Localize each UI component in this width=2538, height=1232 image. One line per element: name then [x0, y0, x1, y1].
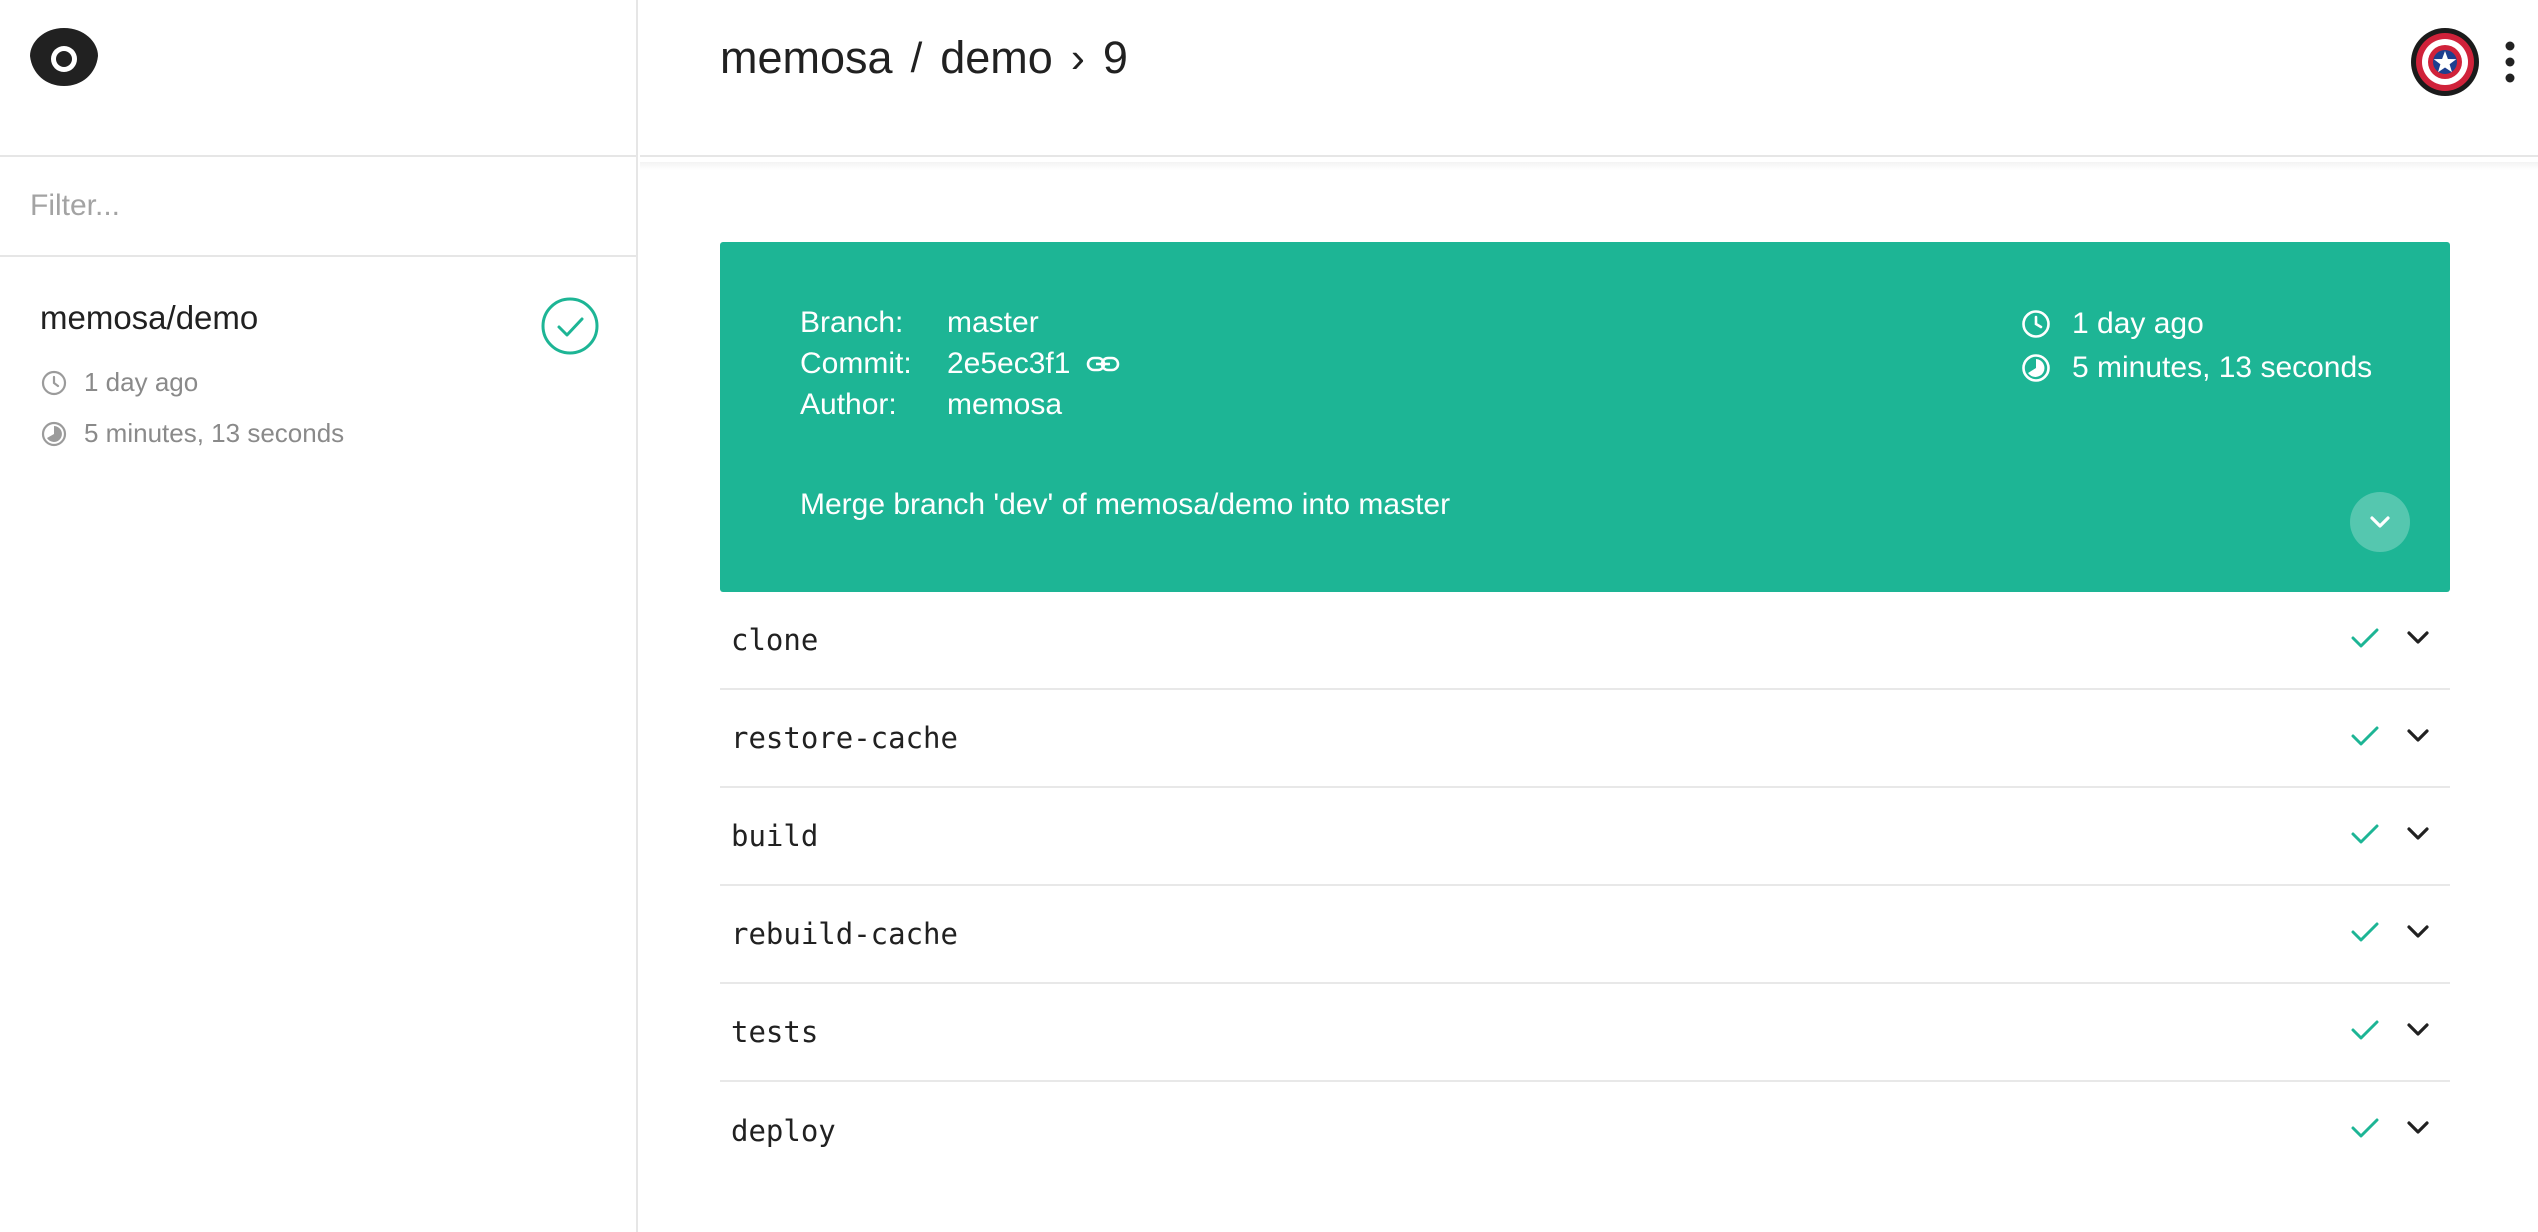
branch-label: Branch:: [800, 306, 904, 339]
repo-duration: 5 minutes, 13 seconds: [40, 418, 636, 449]
step-row[interactable]: restore-cache: [720, 690, 2450, 788]
step-name: tests: [731, 1015, 819, 1049]
chevron-down-icon[interactable]: [2406, 1022, 2430, 1038]
repo-list-item[interactable]: memosa/demo 1 day ago 5 minutes, 13 seco…: [0, 257, 636, 477]
expand-details-button[interactable]: [2350, 492, 2410, 552]
build-time-row: 1 day ago: [2020, 302, 2372, 346]
drone-logo-icon[interactable]: [28, 26, 100, 88]
chevron-down-icon[interactable]: [2406, 728, 2430, 744]
step-row[interactable]: build: [720, 788, 2450, 886]
check-icon: [2351, 824, 2379, 844]
author-value: memosa: [947, 388, 1063, 421]
step-name: build: [731, 819, 819, 853]
chevron-down-icon[interactable]: [2406, 924, 2430, 940]
build-timing: 1 day ago 5 minutes, 13 seconds: [2020, 302, 2372, 390]
author-row: Author: memosa: [800, 384, 1120, 425]
sidebar: memosa/demo 1 day ago 5 minutes, 13 seco…: [0, 0, 638, 1232]
breadcrumb-slash: /: [910, 34, 923, 81]
build-summary-card: Branch: master Commit: 2e5ec3f1 Author: …: [720, 242, 2450, 592]
repo-time-text: 1 day ago: [84, 367, 199, 397]
user-avatar[interactable]: [2410, 27, 2480, 97]
step-name: deploy: [731, 1114, 836, 1148]
clock-icon: [41, 370, 67, 395]
breadcrumb-owner[interactable]: memosa: [720, 32, 893, 84]
check-icon: [2351, 1020, 2379, 1040]
check-icon: [2351, 726, 2379, 746]
build-info: Branch: master Commit: 2e5ec3f1 Author: …: [800, 302, 1120, 425]
chevron-down-icon[interactable]: [2406, 826, 2430, 842]
commit-value: 2e5ec3f1: [947, 347, 1071, 380]
repo-time: 1 day ago: [40, 367, 636, 398]
timer-icon: [41, 421, 67, 446]
check-icon: [2351, 628, 2379, 648]
step-name: restore-cache: [731, 721, 958, 755]
commit-message: Merge branch 'dev' of memosa/demo into m…: [800, 488, 1451, 521]
chevron-down-icon[interactable]: [2406, 630, 2430, 646]
build-time-ago: 1 day ago: [2072, 307, 2204, 340]
success-status-icon: [541, 297, 599, 355]
page-header: memosa / demo › 9: [640, 0, 2538, 157]
breadcrumb: memosa / demo › 9: [720, 32, 1128, 84]
timer-icon: [2022, 354, 2050, 382]
breadcrumb-separator: ›: [1070, 34, 1085, 81]
check-icon: [2351, 922, 2379, 942]
check-icon: [2351, 1118, 2379, 1138]
clock-icon: [2022, 310, 2050, 338]
step-row[interactable]: rebuild-cache: [720, 886, 2450, 984]
filter-bar: [0, 157, 636, 257]
breadcrumb-repo[interactable]: demo: [940, 32, 1053, 84]
build-duration-row: 5 minutes, 13 seconds: [2020, 346, 2372, 390]
more-vert-icon[interactable]: [2502, 40, 2518, 84]
step-row[interactable]: deploy: [720, 1082, 2450, 1180]
step-row[interactable]: clone: [720, 592, 2450, 690]
pipeline-steps: clone restore-cache build rebuild-cache …: [720, 592, 2450, 1180]
repo-duration-text: 5 minutes, 13 seconds: [84, 418, 345, 448]
step-row[interactable]: tests: [720, 984, 2450, 1082]
commit-label: Commit:: [800, 347, 912, 380]
chevron-down-icon[interactable]: [2406, 1120, 2430, 1136]
step-name: rebuild-cache: [731, 917, 958, 951]
content-divider: [640, 162, 2538, 170]
link-icon[interactable]: [1086, 354, 1120, 374]
filter-input[interactable]: [30, 189, 590, 223]
step-name: clone: [731, 623, 819, 657]
logo-bar: [0, 0, 636, 157]
breadcrumb-build-number: 9: [1102, 32, 1128, 83]
build-content: Branch: master Commit: 2e5ec3f1 Author: …: [640, 162, 2538, 1232]
chevron-down-icon: [2370, 516, 2390, 528]
branch-row: Branch: master: [800, 302, 1120, 343]
branch-value: master: [947, 306, 1039, 339]
author-label: Author:: [800, 388, 897, 421]
build-duration: 5 minutes, 13 seconds: [2072, 351, 2373, 384]
commit-row: Commit: 2e5ec3f1: [800, 343, 1120, 384]
